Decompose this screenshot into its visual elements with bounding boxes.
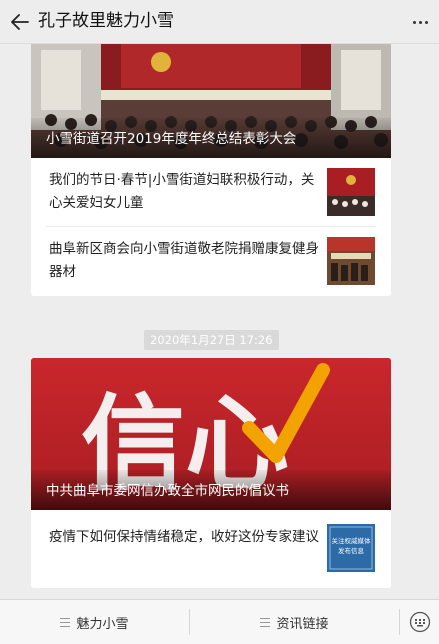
article-card: 信心 中共曲阜市委网信办致全市网民的倡议书 疫情下如何保持情绪稳定，收好这份专家…	[31, 358, 391, 588]
thumb-caption-1: 关注权威媒体	[332, 536, 372, 545]
menu-lines-icon	[60, 617, 71, 627]
message-feed[interactable]: 小雪街道召开2019年度年终总结表彰大会 我们的节日·春节|小雪街道妇联积极行动…	[0, 44, 439, 599]
back-arrow-icon	[11, 14, 29, 30]
lead-article-title: 小雪街道召开2019年度年终总结表彰大会	[46, 131, 297, 147]
article-title: 疫情下如何保持情绪稳定，收好这份专家建议	[49, 529, 319, 545]
keyboard-toggle-button[interactable]	[400, 600, 439, 644]
article-list-item[interactable]: 我们的节日·春节|小雪街道妇联积极行动，关心关爱妇女儿童	[46, 158, 376, 226]
timestamp-badge: 2020年1月27日 17:26	[144, 330, 279, 350]
lead-article[interactable]: 信心 中共曲阜市委网信办致全市网民的倡议书	[31, 358, 391, 510]
menu-button-news-links[interactable]: 资讯链接	[190, 600, 399, 644]
menu-button-charm-xiaoxue[interactable]: 魅力小雪	[0, 600, 189, 644]
article-list-item[interactable]: 曲阜新区商会向小雪街道敬老院捐赠康复健身器材	[46, 226, 376, 295]
more-menu-icon[interactable]	[409, 12, 431, 32]
menu-label: 资讯链接	[276, 616, 329, 632]
lead-article[interactable]: 小雪街道召开2019年度年终总结表彰大会	[31, 44, 391, 158]
keyboard-icon	[409, 611, 430, 633]
article-thumbnail	[327, 168, 375, 216]
menu-lines-icon	[260, 617, 271, 627]
bottom-menu-bar: 魅力小雪 资讯链接	[0, 599, 439, 644]
top-bar: 孔子故里魅力小雪	[0, 0, 439, 44]
article-card: 小雪街道召开2019年度年终总结表彰大会 我们的节日·春节|小雪街道妇联积极行动…	[31, 44, 391, 296]
article-thumbnail: 关注权威媒体 发布信息	[327, 524, 375, 572]
menu-label: 魅力小雪	[76, 616, 129, 632]
back-button[interactable]	[6, 8, 34, 36]
lead-article-title: 中共曲阜市委网信办致全市网民的倡议书	[46, 483, 289, 499]
article-title: 曲阜新区商会向小雪街道敬老院捐赠康复健身器材	[49, 241, 319, 280]
article-list-item[interactable]: 疫情下如何保持情绪稳定，收好这份专家建议 关注权威媒体 发布信息	[46, 510, 376, 588]
page-title: 孔子故里魅力小雪	[38, 11, 174, 31]
article-title: 我们的节日·春节|小雪街道妇联积极行动，关心关爱妇女儿童	[49, 172, 315, 211]
thumb-caption-2: 发布信息	[338, 546, 365, 555]
article-thumbnail	[327, 237, 375, 285]
